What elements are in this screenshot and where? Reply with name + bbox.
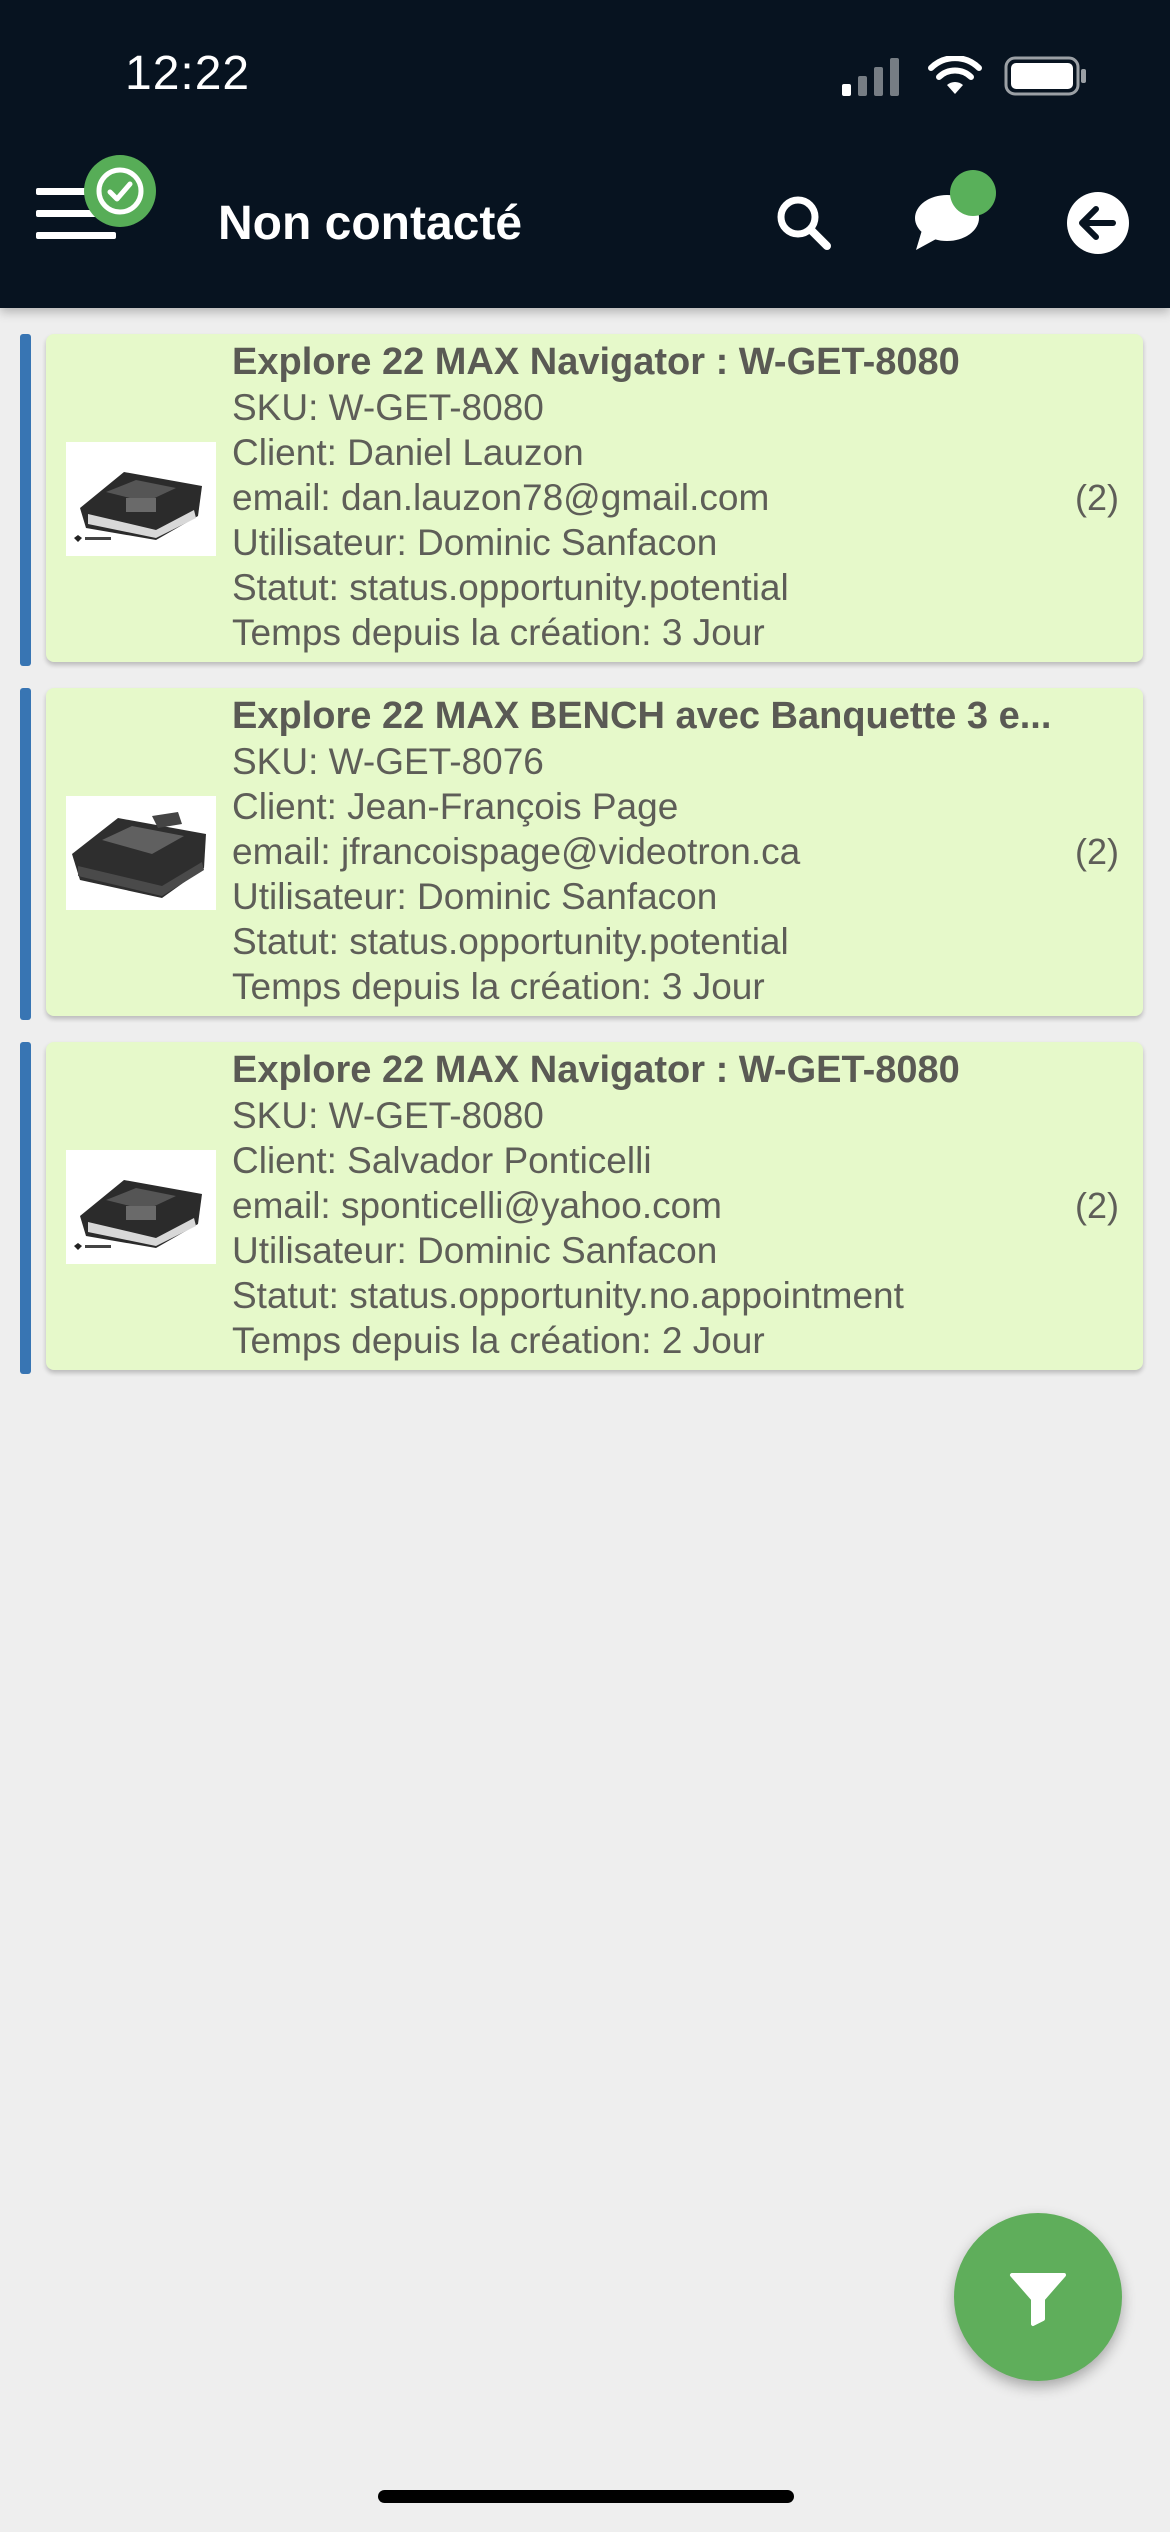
boat-image xyxy=(66,1150,216,1264)
status-icons xyxy=(842,56,1092,96)
status-text: Statut: status.opportunity.potential xyxy=(232,567,789,608)
opportunity-card[interactable]: Explore 22 MAX Navigator : W-GET-8080 SK… xyxy=(46,1042,1143,1370)
sku-text: SKU: W-GET-8080 xyxy=(232,1095,544,1136)
age-text: Temps depuis la création: 3 Jour xyxy=(232,612,765,653)
status-text: Statut: status.opportunity.potential xyxy=(232,921,789,962)
cellular-signal-icon xyxy=(842,56,902,96)
status-time: 12:22 xyxy=(125,47,251,100)
client-text: Client: Jean-François Page xyxy=(232,786,679,827)
opportunity-card[interactable]: Explore 22 MAX Navigator : W-GET-8080 SK… xyxy=(46,334,1143,662)
list-item[interactable]: Explore 22 MAX Navigator : W-GET-8080 SK… xyxy=(0,334,1170,666)
user-text: Utilisateur: Dominic Sanfacon xyxy=(232,522,718,563)
item-count: (2) xyxy=(1075,831,1119,872)
age-text: Temps depuis la création: 2 Jour xyxy=(232,1320,765,1361)
age-text: Temps depuis la création: 3 Jour xyxy=(232,966,765,1007)
email-text: email: dan.lauzon78@gmail.com xyxy=(232,477,770,518)
filter-icon xyxy=(1010,2273,1066,2326)
user-text: Utilisateur: Dominic Sanfacon xyxy=(232,1230,718,1271)
home-indicator[interactable] xyxy=(378,2490,794,2503)
battery-icon xyxy=(1004,56,1086,96)
chat-notification-dot xyxy=(950,170,996,216)
opportunity-info: Explore 22 MAX BENCH avec Banquette 3 e.… xyxy=(232,694,1052,1009)
accent-bar xyxy=(20,334,31,666)
opportunity-card[interactable]: Explore 22 MAX BENCH avec Banquette 3 e.… xyxy=(46,688,1143,1016)
sync-check-icon xyxy=(84,155,156,227)
opportunity-info: Explore 22 MAX Navigator : W-GET-8080 SK… xyxy=(232,1048,1052,1363)
list-item[interactable]: Explore 22 MAX BENCH avec Banquette 3 e.… xyxy=(0,688,1170,1020)
boat-image xyxy=(66,796,216,910)
product-title: Explore 22 MAX BENCH avec Banquette 3 e.… xyxy=(232,695,1052,737)
client-text: Client: Daniel Lauzon xyxy=(232,432,584,473)
back-arrow-icon[interactable] xyxy=(1053,178,1143,268)
accent-bar xyxy=(20,688,31,1020)
product-title: Explore 22 MAX Navigator : W-GET-8080 xyxy=(232,341,960,383)
item-count: (2) xyxy=(1075,1185,1119,1226)
user-text: Utilisateur: Dominic Sanfacon xyxy=(232,876,718,917)
search-icon[interactable] xyxy=(759,178,849,268)
client-text: Client: Salvador Ponticelli xyxy=(232,1140,652,1181)
sku-text: SKU: W-GET-8080 xyxy=(232,387,544,428)
sku-text: SKU: W-GET-8076 xyxy=(232,741,544,782)
filter-button[interactable] xyxy=(954,2213,1122,2381)
item-count: (2) xyxy=(1075,477,1119,518)
app-header: 12:22 Non contacté xyxy=(0,0,1170,308)
email-text: email: sponticelli@yahoo.com xyxy=(232,1185,722,1226)
accent-bar xyxy=(20,1042,31,1374)
wifi-icon xyxy=(928,56,982,94)
email-text: email: jfrancoispage@videotron.ca xyxy=(232,831,801,872)
opportunity-info: Explore 22 MAX Navigator : W-GET-8080 SK… xyxy=(232,340,1052,655)
page-title: Non contacté xyxy=(218,197,523,250)
opportunity-list-screen: 12:22 Non contacté Explore 22 MAX Naviga… xyxy=(0,0,1170,2532)
boat-image xyxy=(66,442,216,556)
status-text: Statut: status.opportunity.no.appointmen… xyxy=(232,1275,904,1316)
list-item[interactable]: Explore 22 MAX Navigator : W-GET-8080 SK… xyxy=(0,1042,1170,1374)
product-title: Explore 22 MAX Navigator : W-GET-8080 xyxy=(232,1049,960,1091)
